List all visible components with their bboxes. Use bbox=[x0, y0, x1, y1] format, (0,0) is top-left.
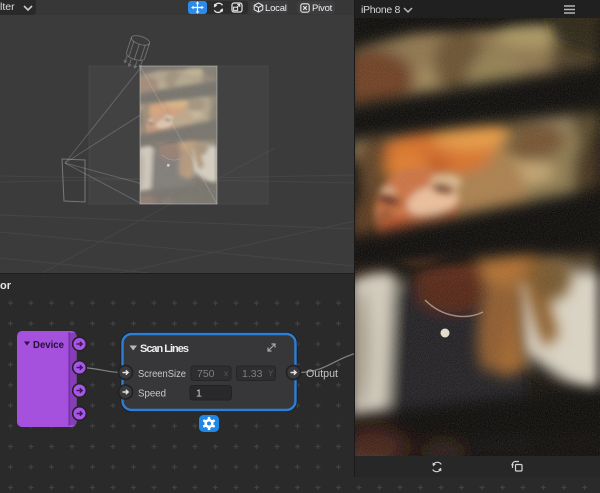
svg-text:1.33: 1.33 bbox=[242, 368, 263, 380]
svg-text:ScreenSize: ScreenSize bbox=[138, 368, 186, 380]
svg-text:750: 750 bbox=[197, 368, 215, 380]
svg-text:or: or bbox=[0, 280, 12, 292]
svg-text:Device: Device bbox=[33, 339, 64, 351]
svg-text:Scan Lines: Scan Lines bbox=[140, 343, 189, 355]
svg-text:1: 1 bbox=[196, 388, 202, 400]
svg-text:Output: Output bbox=[306, 368, 338, 380]
svg-text:x: x bbox=[224, 369, 228, 378]
svg-text:Speed: Speed bbox=[138, 388, 166, 400]
svg-text:Y: Y bbox=[268, 369, 274, 378]
